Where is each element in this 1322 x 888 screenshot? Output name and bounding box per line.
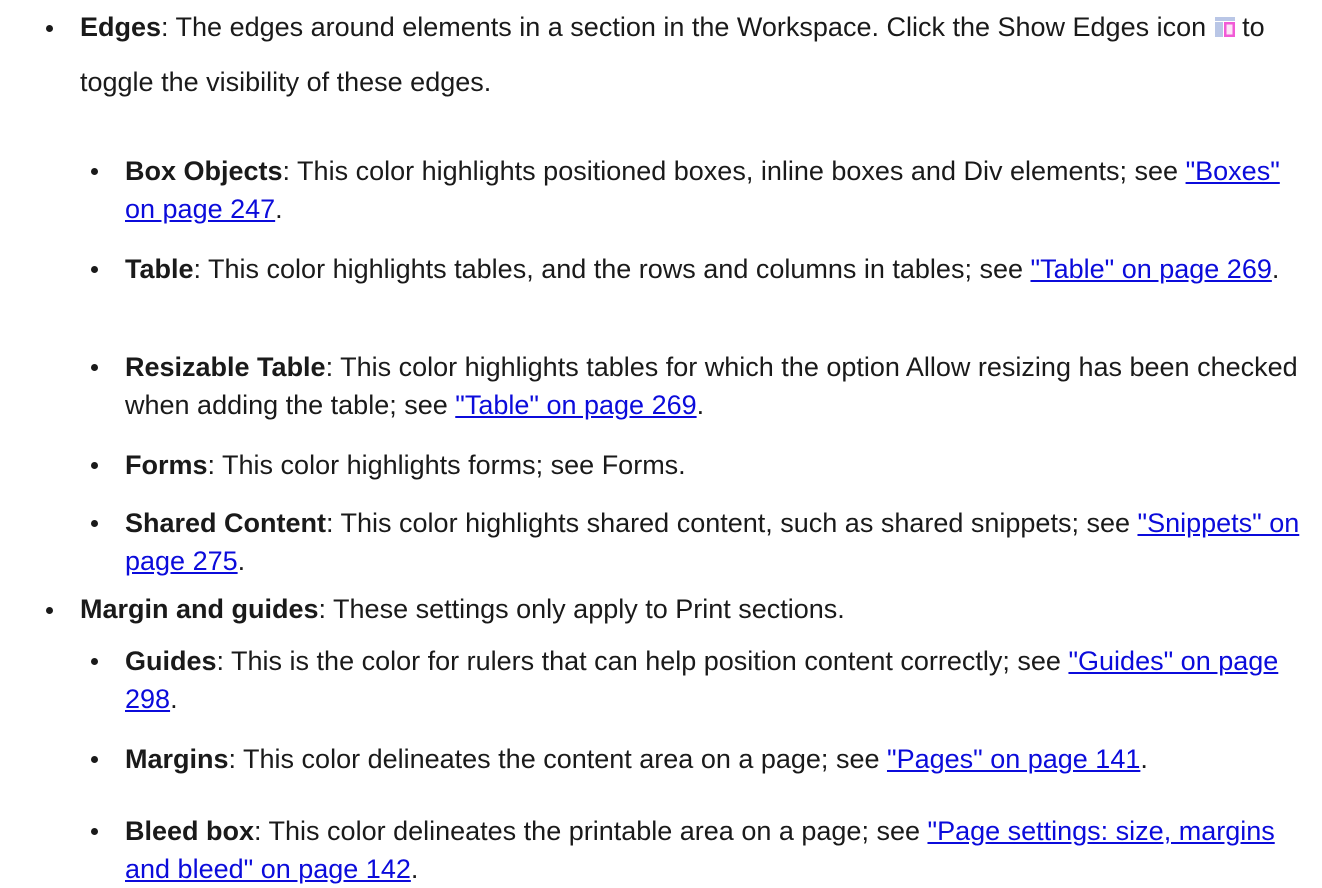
term-table: Table: [125, 254, 194, 284]
list-item-edges: Edges: The edges around elements in a se…: [46, 1, 1300, 109]
description-table: : This color highlights tables, and the …: [193, 254, 1031, 284]
description-bleed-box: : This color delineates the printable ar…: [254, 816, 928, 846]
bullet: [46, 607, 53, 614]
list-item-table: Table: This color highlights tables, and…: [91, 250, 1300, 288]
term-forms: Forms: [125, 450, 208, 480]
list-item-resizable-table: Resizable Table: This color highlights t…: [91, 348, 1300, 424]
description-guides: : This is the color for rulers that can …: [216, 646, 1069, 676]
bullet: [91, 364, 98, 371]
description-shared-content: : This color highlights shared content, …: [326, 508, 1138, 538]
link-table[interactable]: "Table" on page 269: [1030, 254, 1271, 284]
term-edges: Edges: [80, 12, 162, 42]
document-page: Edges: The edges around elements in a se…: [0, 0, 1322, 888]
bullet: [91, 462, 98, 469]
list-item-forms: Forms: This color highlights forms; see …: [91, 446, 1300, 484]
bullet: [46, 25, 53, 32]
list-item-box-objects: Box Objects: This color highlights posit…: [91, 152, 1300, 228]
term-guides: Guides: [125, 646, 217, 676]
bullet: [91, 266, 98, 273]
list-item-margin-and-guides: Margin and guides: These settings only a…: [46, 583, 1300, 636]
bullet: [91, 756, 98, 763]
term-resizable-table: Resizable Table: [125, 352, 326, 382]
edges-description: : The edges around elements in a section…: [161, 12, 1207, 42]
list-item-bleed-box: Bleed box: This color delineates the pri…: [91, 812, 1300, 888]
term-margin-and-guides: Margin and guides: [80, 594, 319, 624]
description-margins: : This color delineates the content area…: [228, 744, 887, 774]
bullet: [91, 520, 98, 527]
description-margin-and-guides: : These settings only apply to Print sec…: [318, 594, 845, 624]
show-edges-icon: [1214, 3, 1236, 56]
description-box-objects: : This color highlights positioned boxes…: [282, 156, 1186, 186]
term-shared-content: Shared Content: [125, 508, 327, 538]
description-forms: : This color highlights forms; see Forms…: [207, 450, 686, 480]
link-table-resizable[interactable]: "Table" on page 269: [455, 390, 696, 420]
list-item-guides: Guides: This is the color for rulers tha…: [91, 642, 1300, 718]
bullet: [91, 168, 98, 175]
list-item-shared-content: Shared Content: This color highlights sh…: [91, 504, 1300, 580]
link-pages[interactable]: "Pages" on page 141: [887, 744, 1140, 774]
bullet: [91, 658, 98, 665]
term-bleed-box: Bleed box: [125, 816, 255, 846]
term-margins: Margins: [125, 744, 229, 774]
bullet: [91, 828, 98, 835]
term-box-objects: Box Objects: [125, 156, 283, 186]
list-item-margins: Margins: This color delineates the conte…: [91, 740, 1300, 778]
